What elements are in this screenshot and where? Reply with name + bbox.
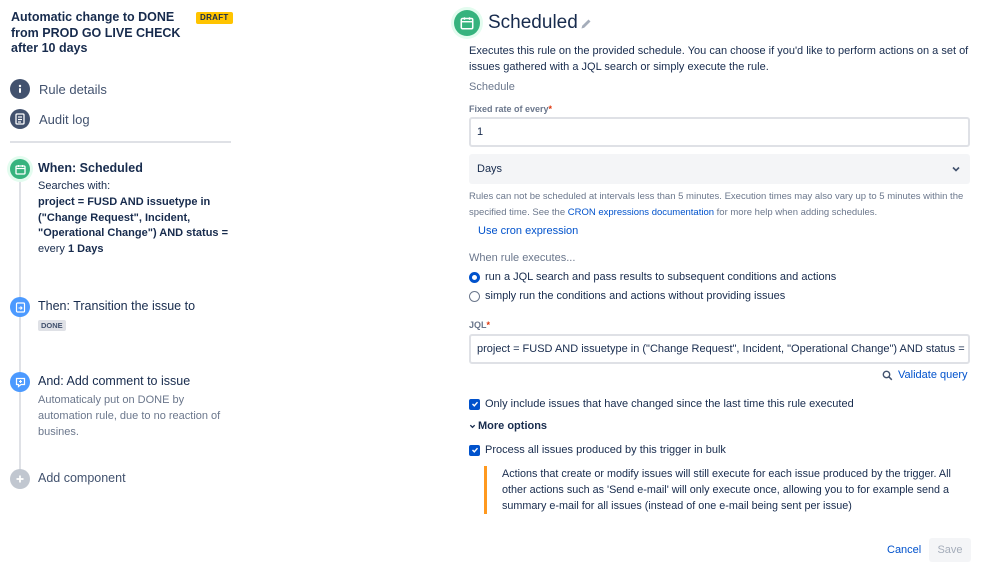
radio-jql-label: run a JQL search and pass results to sub… xyxy=(485,271,837,283)
save-button[interactable]: Save xyxy=(929,538,971,562)
chevron-down-icon xyxy=(469,424,476,428)
timeline-connector xyxy=(19,176,21,476)
search-icon xyxy=(882,370,893,380)
interval-unit-select[interactable]: Days xyxy=(469,154,970,184)
schedule-section-label: Schedule xyxy=(469,81,515,93)
comment-icon[interactable] xyxy=(10,372,30,392)
info-icon xyxy=(10,79,30,99)
use-cron-expression-link[interactable]: Use cron expression xyxy=(478,225,578,237)
calendar-icon[interactable] xyxy=(10,159,30,179)
only-changed-checkbox-row[interactable]: Only include issues that have changed si… xyxy=(469,398,854,410)
document-icon xyxy=(10,109,30,129)
cron-docs-link[interactable]: CRON expressions documentation xyxy=(568,207,714,218)
checkbox-checked[interactable] xyxy=(469,398,480,410)
more-options-toggle[interactable]: More options xyxy=(469,420,547,432)
comment-step-body: Automaticaly put on DONE by automation r… xyxy=(38,394,221,438)
jql-label-text: JQL xyxy=(469,320,487,330)
nav-rule-details-label: Rule details xyxy=(39,81,107,97)
radio-simple-run[interactable]: simply run the conditions and actions wi… xyxy=(469,290,785,302)
comment-step-title[interactable]: And: Add comment to issue xyxy=(38,374,190,388)
validate-query-link[interactable]: Validate query xyxy=(882,369,968,381)
panel-title: Scheduled xyxy=(488,12,578,33)
fixed-rate-label: Fixed rate of every* xyxy=(469,104,552,114)
bulk-label: Process all issues produced by this trig… xyxy=(485,444,726,456)
panel-description: Executes this rule on the provided sched… xyxy=(469,45,969,73)
fixed-rate-input[interactable]: 1 xyxy=(469,117,970,147)
jql-input[interactable]: project = FUSD AND issuetype in ("Change… xyxy=(469,334,970,364)
checkbox-checked[interactable] xyxy=(469,444,480,456)
more-options-label: More options xyxy=(478,420,548,432)
check-icon xyxy=(471,401,478,407)
hint-text-after: for more help when adding schedules. xyxy=(714,206,878,218)
schedule-hint: Rules can not be scheduled at intervals … xyxy=(469,189,974,220)
radio-simple-label: simply run the conditions and actions wi… xyxy=(485,290,786,302)
trigger-step-title[interactable]: When: Scheduled xyxy=(38,161,143,175)
chevron-down-icon xyxy=(952,166,960,172)
add-component-button[interactable]: Add component xyxy=(38,471,126,485)
draft-badge: DRAFT xyxy=(196,12,233,24)
trigger-jql-preview: project = FUSD AND issuetype in ("Change… xyxy=(38,195,229,240)
radio-button-selected[interactable] xyxy=(469,271,480,283)
validate-query-label: Validate query xyxy=(898,369,968,381)
interval-unit-value: Days xyxy=(477,163,503,175)
transition-icon[interactable] xyxy=(10,297,30,317)
radio-button[interactable] xyxy=(469,290,480,302)
when-rule-executes-label: When rule executes... xyxy=(469,252,576,264)
check-icon xyxy=(471,447,478,453)
calendar-icon xyxy=(454,10,480,36)
pencil-icon[interactable] xyxy=(579,17,593,31)
bulk-info-note: Actions that create or modify issues wil… xyxy=(484,466,964,514)
required-mark: * xyxy=(548,104,553,114)
jql-input-value: project = FUSD AND issuetype in ("Change… xyxy=(477,343,970,355)
trigger-every-label: every xyxy=(38,243,65,256)
rule-sidebar: Automatic change to DONE from PROD GO LI… xyxy=(0,0,245,569)
rule-title: Automatic change to DONE from PROD GO LI… xyxy=(11,10,181,55)
trigger-step-summary[interactable]: Searches with: project = FUSD AND issuet… xyxy=(38,179,238,258)
only-changed-label: Only include issues that have changed si… xyxy=(485,398,854,410)
nav-audit-log[interactable]: Audit log xyxy=(10,109,90,129)
bulk-checkbox-row[interactable]: Process all issues produced by this trig… xyxy=(469,444,726,456)
trigger-searches-label: Searches with: xyxy=(38,180,111,192)
sidebar-divider xyxy=(10,141,231,143)
done-status-lozenge: DONE xyxy=(38,320,66,331)
action-step-title[interactable]: Then: Transition the issue to xyxy=(38,299,195,313)
jql-label: JQL* xyxy=(469,320,490,330)
fixed-rate-label-text: Fixed rate of every xyxy=(469,104,549,114)
fixed-rate-value: 1 xyxy=(477,126,484,138)
required-mark: * xyxy=(486,320,491,330)
cancel-button[interactable]: Cancel xyxy=(880,538,928,562)
radio-jql-search[interactable]: run a JQL search and pass results to sub… xyxy=(469,271,836,283)
trigger-every-value: 1 Days xyxy=(67,243,104,256)
nav-rule-details[interactable]: Rule details xyxy=(10,79,107,99)
nav-audit-log-label: Audit log xyxy=(39,111,90,127)
plus-icon[interactable] xyxy=(10,469,30,489)
